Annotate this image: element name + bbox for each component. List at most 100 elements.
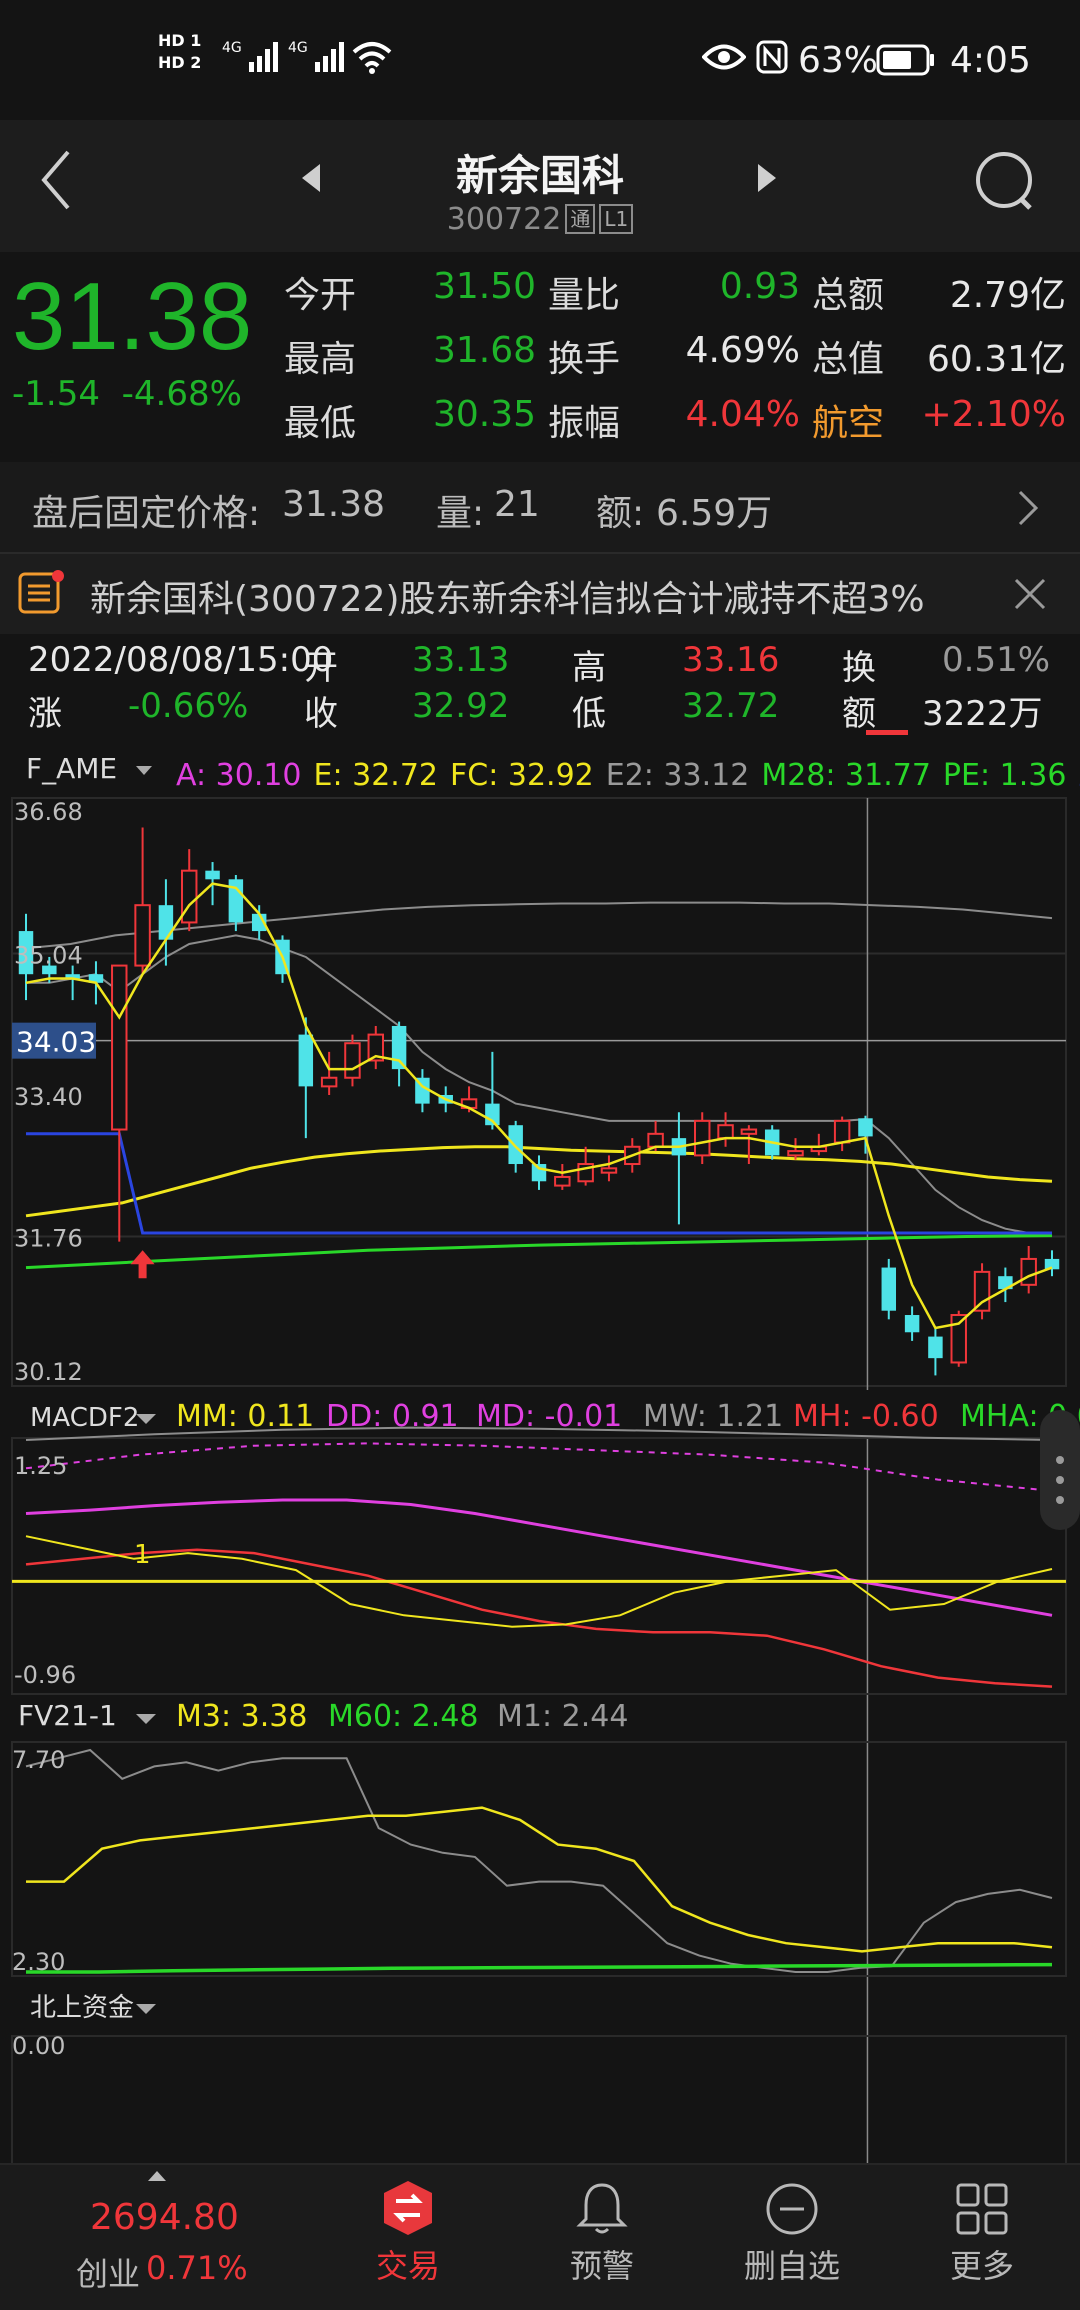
candle-body: [158, 905, 174, 940]
scroll-dot: [1056, 1476, 1064, 1484]
candle-body: [298, 1034, 314, 1087]
expand-up-icon[interactable]: [146, 2169, 168, 2183]
buy-arrow-icon: [130, 1250, 155, 1279]
after-hours-amt: 6.59万: [656, 493, 773, 534]
quote-value: 2.79亿: [949, 275, 1066, 316]
after-hours-bar[interactable]: 盘后固定价格: 31.38 量: 21 额: 6.59万: [0, 462, 1080, 552]
indicator-value: E2: 33.12: [605, 758, 750, 793]
hs-value: 0.51%: [942, 640, 1051, 680]
quote-value: 0.93: [719, 266, 800, 307]
candle-datetime: 2022/08/08/15:00: [28, 640, 334, 680]
candle-body: [391, 1025, 407, 1070]
tag-tong: 通: [565, 204, 596, 234]
nav-alert[interactable]: 预警: [502, 2179, 702, 2287]
hs-label: 换: [842, 648, 876, 688]
nav-remove-favorite[interactable]: 删自选: [692, 2179, 892, 2287]
amt-label: 额: [842, 694, 876, 734]
after-hours-vol: 21: [494, 484, 540, 525]
north-name: 北上资金: [30, 1993, 134, 2023]
north-y-top: 0.00: [12, 2032, 65, 2060]
candle-body: [881, 1267, 897, 1311]
quote-value: 4.69%: [685, 330, 800, 371]
candle-body: [554, 1175, 571, 1187]
macd-indicator-value: MW: 1.21: [643, 1399, 783, 1434]
amt-value: 3222万: [922, 694, 1043, 734]
candle-body: [508, 1125, 523, 1165]
main-panel-frame: [11, 797, 1067, 1387]
quote-label: 航空: [812, 403, 885, 444]
candle-body: [600, 1167, 618, 1174]
stock-code: 300722: [446, 202, 562, 237]
scroll-dot: [1056, 1496, 1064, 1504]
fv-y-bottom: 2.30: [12, 1948, 65, 1976]
dropdown-icon: [136, 1714, 156, 1724]
y-axis-label: 36.68: [14, 798, 83, 826]
signal-bars-icon: [314, 42, 344, 72]
candle-body: [320, 1076, 338, 1088]
index-pct: 0.71%: [146, 2249, 248, 2287]
next-stock-icon[interactable]: [752, 160, 782, 196]
high-value: 33.16: [682, 640, 780, 680]
sim2-net: 4G: [288, 40, 308, 56]
dropdown-icon[interactable]: [134, 764, 154, 778]
nav-trade[interactable]: 交易: [308, 2179, 508, 2287]
index-name: 创业: [76, 2255, 141, 2293]
bell-icon: [576, 2183, 628, 2234]
kline-chart[interactable]: 36.6835.0433.4031.7630.1234.03MACDF2 MM: …: [0, 790, 1080, 2163]
nav-remove-label: 删自选: [743, 2247, 840, 2285]
eye-icon: [702, 44, 746, 70]
low-value: 32.72: [682, 686, 780, 726]
search-icon[interactable]: [972, 148, 1038, 214]
index-value[interactable]: 2694.80: [90, 2197, 239, 2238]
main-indicator-row: F_AME A: 30.10 E: 32.72 FC: 32.92 E2: 33.12…: [0, 738, 1080, 798]
candle-body: [904, 1315, 920, 1333]
nav-more[interactable]: 更多: [882, 2179, 1080, 2287]
candle-body: [134, 904, 151, 967]
main-indicator-name[interactable]: F_AME: [26, 752, 117, 785]
after-hours-price: 31.38: [282, 484, 386, 525]
indicator-value: M28: 31.77: [761, 758, 931, 793]
e2-line: [26, 934, 1053, 1237]
grid-icon: [956, 2183, 1008, 2235]
open-value: 33.13: [412, 640, 510, 680]
close-label: 收: [304, 694, 338, 734]
dropdown-icon: [136, 2004, 156, 2014]
scroll-dot: [1056, 1456, 1064, 1464]
news-text[interactable]: 新余国科(300722)股东新余科信拟合计减持不超3%: [90, 570, 925, 622]
sim-indicator: HD 1 HD 2: [158, 31, 202, 72]
candle-body: [787, 1150, 804, 1157]
trade-icon: [384, 2181, 432, 2235]
quote-label: 总额: [812, 275, 885, 316]
low-label: 低: [572, 694, 606, 734]
macd-md-dashed: [25, 1442, 1053, 1492]
battery-icon: [876, 44, 934, 76]
y-axis-label: 30.12: [14, 1358, 83, 1386]
macd-indicator-value: MH: -0.60: [793, 1399, 939, 1434]
fv-indicator-value: M1: 2.44: [497, 1699, 628, 1734]
quote-label: 量比: [548, 275, 621, 316]
close-icon[interactable]: [1012, 576, 1048, 612]
signal-sim2: 4G: [288, 40, 349, 74]
wifi-icon: [352, 42, 392, 74]
y-axis-label: 31.76: [14, 1225, 83, 1253]
macd-panel-frame: [11, 1437, 1067, 1695]
candle-body: [1020, 1257, 1037, 1286]
tag-l1: L1: [599, 204, 634, 234]
active-underline: [866, 730, 908, 735]
stock-name: 新余国科: [455, 151, 624, 200]
quote-label: 最高: [284, 339, 357, 380]
macd-y-top: 1.25: [14, 1452, 67, 1480]
candle-body: [111, 964, 128, 1131]
quote-panel: 31.38 -1.54 -4.68% 今开 31.50 量比 0.93 总额 2.79亿最…: [0, 252, 1080, 452]
chg-value: -0.66%: [128, 686, 249, 726]
chg-label: 涨: [28, 694, 62, 734]
news-ticker[interactable]: 新余国科(300722)股东新余科信拟合计减持不超3%: [0, 552, 1080, 634]
status-bar: HD 1 HD 2 4G 4G 63% 4:05: [0, 0, 1080, 120]
candle-body: [973, 1270, 991, 1312]
stock-header: 新余国科 300722 通 L1: [0, 120, 1080, 252]
nav-alert-label: 预警: [569, 2247, 634, 2285]
hd1-label: HD: [158, 31, 185, 50]
quote-label: 换手: [548, 339, 621, 380]
close-value: 32.92: [412, 686, 510, 726]
battery-percent: 63%: [798, 40, 879, 81]
